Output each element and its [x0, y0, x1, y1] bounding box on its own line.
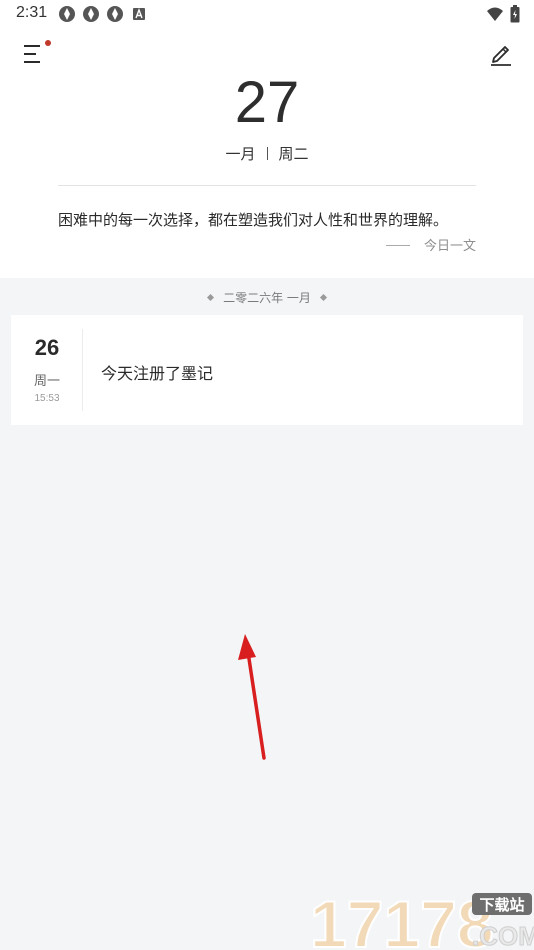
- system-icons: [486, 5, 520, 27]
- entry-time: 15:53: [34, 393, 60, 404]
- red-arrow-annotation: [238, 634, 266, 760]
- header-panel: 2:31 27 一月 周二 困难中的每一次选择，都在塑造我们对人性和世界的理解。…: [0, 0, 534, 278]
- battery-icon: [510, 5, 520, 27]
- header-divider: [58, 185, 476, 186]
- today-date-number: 27: [234, 70, 300, 135]
- status-time: 2:31: [16, 4, 48, 21]
- aperture-icon: [58, 5, 76, 23]
- month-header-label: 二零二六年 一月: [223, 291, 311, 305]
- daily-quote[interactable]: 困难中的每一次选择，都在塑造我们对人性和世界的理解。: [58, 209, 448, 230]
- month-label: 一月: [225, 145, 256, 163]
- diamond-icon: [319, 293, 327, 302]
- notification-dot: [45, 40, 51, 46]
- entry-text: 今天注册了墨记: [101, 364, 214, 383]
- aperture-icon: [106, 5, 124, 23]
- watermark-badge: 下载站: [479, 896, 524, 914]
- diary-entry-card[interactable]: 26 周一 15:53 今天注册了墨记: [11, 315, 523, 425]
- write-entry-button[interactable]: [488, 40, 514, 68]
- quote-source-label: 今日一文: [423, 239, 476, 254]
- weekday-label: 周二: [278, 145, 309, 163]
- quote-source: 今日一文: [385, 235, 476, 254]
- entry-weekday: 周一: [33, 374, 60, 389]
- watermark-logo: 17178 下载站 .COM: [309, 886, 534, 950]
- watermark-digits: 17178: [310, 887, 494, 950]
- keyboard-a-icon: [130, 5, 148, 23]
- pencil-icon: [491, 46, 511, 66]
- today-month-weekday: 一月 周二: [0, 143, 534, 164]
- entry-divider: [82, 329, 83, 411]
- aperture-icon: [82, 5, 100, 23]
- quote-dash: [385, 245, 410, 246]
- timeline-month-header: 二零二六年 一月: [0, 289, 534, 306]
- diamond-icon: [207, 293, 215, 302]
- entry-day: 26: [34, 335, 60, 360]
- wifi-icon: [486, 6, 504, 26]
- notification-icons: [58, 5, 148, 23]
- status-bar: 2:31: [0, 0, 534, 28]
- watermark-domain: .COM: [472, 921, 534, 950]
- date-separator: [266, 147, 268, 160]
